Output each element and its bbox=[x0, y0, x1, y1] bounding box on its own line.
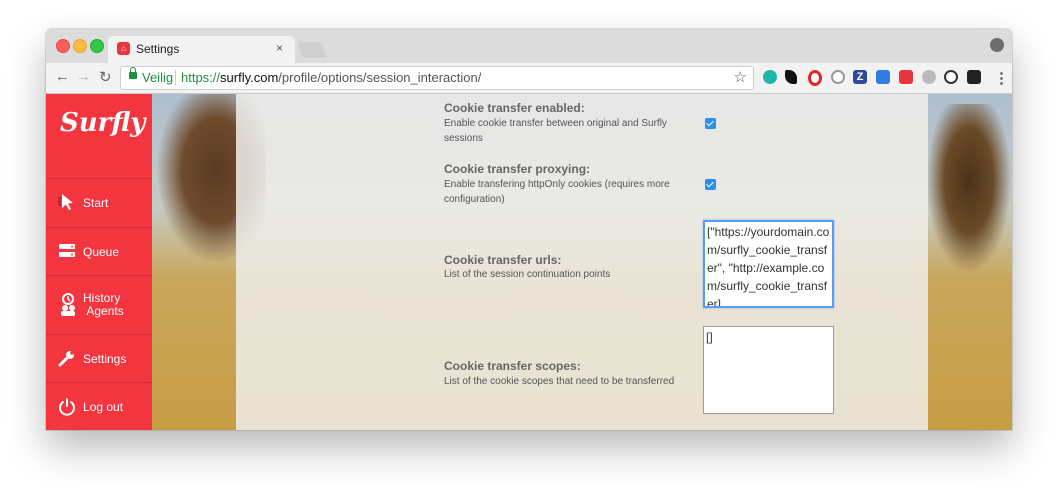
browser-toolbar: ← → ↻ Veilig https://surfly.com/profile/… bbox=[46, 63, 1012, 94]
background-tree bbox=[926, 104, 1012, 274]
new-tab-button[interactable] bbox=[297, 42, 327, 58]
session-interaction-form: Cookie transfer enabled: Enable cookie t… bbox=[444, 94, 874, 430]
sidebar-item-history-agents[interactable]: History Agents bbox=[46, 276, 152, 335]
close-window-button[interactable] bbox=[56, 39, 70, 53]
sidebar-item-start[interactable]: Start bbox=[46, 179, 152, 228]
check-extension-icon[interactable] bbox=[967, 70, 981, 84]
zotero-extension-icon[interactable]: Z bbox=[853, 70, 867, 84]
sidebar-item-label: Queue bbox=[83, 245, 120, 259]
cursor-icon bbox=[58, 194, 73, 210]
cookie-transfer-enabled-help: Enable cookie transfer between original … bbox=[444, 118, 667, 144]
cookie-transfer-urls-help: List of the session continuation points bbox=[444, 269, 611, 280]
teal-extension-icon[interactable] bbox=[763, 70, 777, 84]
wolf-extension-icon[interactable] bbox=[785, 70, 797, 84]
sidebar-item-queue[interactable]: Queue bbox=[46, 228, 152, 276]
cookie-transfer-urls-textarea[interactable]: ["https://yourdomain.com/surfly_cookie_t… bbox=[703, 220, 834, 308]
lock-icon bbox=[129, 67, 137, 79]
secure-label: Veilig bbox=[142, 70, 174, 85]
tab-settings[interactable]: ⌂ Settings × bbox=[108, 36, 295, 63]
cloud-extension-icon[interactable] bbox=[922, 70, 936, 84]
sidebar: Surfly Start Queue History Agents Settin… bbox=[46, 94, 152, 430]
sidebar-item-label: History Agents bbox=[83, 291, 124, 318]
tab-close-icon[interactable]: × bbox=[276, 41, 283, 55]
minimize-window-button[interactable] bbox=[73, 39, 87, 53]
brand: Surfly bbox=[46, 94, 152, 179]
sidebar-item-label: Start bbox=[83, 196, 109, 210]
cookie-transfer-enabled-title: Cookie transfer enabled: bbox=[444, 101, 585, 115]
info-extension-icon[interactable] bbox=[944, 70, 958, 84]
title-bar: ⌂ Settings × bbox=[46, 29, 1012, 63]
cookie-transfer-scopes-title: Cookie transfer scopes: bbox=[444, 359, 581, 373]
back-icon[interactable]: ← bbox=[55, 68, 70, 85]
cookie-transfer-scopes-textarea[interactable]: [] bbox=[703, 326, 834, 414]
agents-icon bbox=[61, 293, 75, 316]
ring-extension-icon[interactable] bbox=[831, 70, 845, 84]
cookie-transfer-proxying-help: Enable transfering httpOnly cookies (req… bbox=[444, 179, 670, 205]
address-bar[interactable]: Veilig https://surfly.com/profile/option… bbox=[120, 66, 754, 90]
tab-title: Settings bbox=[136, 42, 180, 56]
cookie-transfer-proxying-checkbox[interactable] bbox=[705, 179, 716, 190]
browser-window: ⌂ Settings × ← → ↻ Veilig https://surfly… bbox=[46, 29, 1012, 430]
surfly-logo[interactable]: Surfly bbox=[60, 108, 145, 138]
cookie-transfer-urls-title: Cookie transfer urls: bbox=[444, 253, 562, 267]
sidebar-item-label: Settings bbox=[83, 352, 127, 366]
url-text: https://surfly.com/profile/options/sessi… bbox=[181, 70, 482, 85]
box-extension-icon[interactable] bbox=[876, 70, 890, 84]
wrench-icon bbox=[58, 351, 74, 367]
power-icon bbox=[59, 398, 75, 416]
maximize-window-button[interactable] bbox=[90, 39, 104, 53]
cookie-transfer-enabled-checkbox[interactable] bbox=[705, 118, 716, 129]
cookie-transfer-proxying-title: Cookie transfer proxying: bbox=[444, 162, 591, 176]
sidebar-item-label: Log out bbox=[83, 400, 124, 414]
bookmark-star-icon[interactable]: ☆ bbox=[734, 68, 747, 86]
reload-icon[interactable]: ↻ bbox=[99, 68, 112, 86]
url-separator bbox=[175, 70, 176, 85]
opera-extension-icon[interactable] bbox=[808, 70, 822, 86]
cookie-transfer-scopes-help: List of the cookie scopes that need to b… bbox=[444, 376, 675, 387]
surfly-extension-icon[interactable] bbox=[899, 70, 913, 84]
surfly-favicon-icon: ⌂ bbox=[117, 42, 130, 55]
forward-icon[interactable]: → bbox=[76, 68, 91, 85]
profile-icon[interactable] bbox=[990, 38, 1004, 52]
page-content: Surfly Start Queue History Agents Settin… bbox=[46, 94, 1012, 430]
sidebar-item-logout[interactable]: Log out bbox=[46, 383, 152, 430]
sidebar-item-settings[interactable]: Settings bbox=[46, 335, 152, 383]
menu-dots-icon[interactable]: ⋮ bbox=[994, 69, 1009, 87]
server-icon bbox=[59, 244, 75, 257]
